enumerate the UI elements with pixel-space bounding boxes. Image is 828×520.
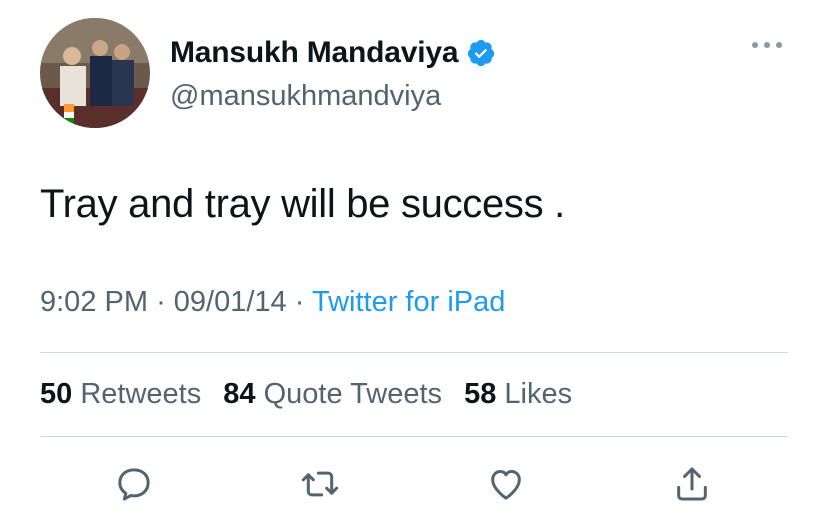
verified-badge-icon [468,39,495,67]
quotes-stat[interactable]: 84 Quote Tweets [223,378,442,410]
dot [764,42,770,48]
user-handle[interactable]: @mansukhmandviya [170,80,441,113]
divider [40,436,788,437]
tweet-text: Tray and tray will be success . [40,182,565,226]
quotes-count: 84 [223,378,256,410]
share-button[interactable] [670,462,714,506]
share-icon [677,467,707,501]
tweet-source-link[interactable]: Twitter for iPad [312,286,505,318]
retweet-icon [301,471,339,497]
user-name[interactable]: Mansukh Mandaviya [170,36,459,70]
retweets-stat[interactable]: 50 Retweets [40,378,201,410]
tweet-meta: 9:02 PM · 09/01/14 · Twitter for iPad [40,286,505,319]
likes-count: 58 [464,378,497,410]
meta-separator: · [156,286,166,318]
action-bar [0,462,828,506]
reply-button[interactable] [112,462,156,506]
meta-separator: · [294,286,305,318]
retweet-button[interactable] [298,462,342,506]
more-options-icon[interactable] [752,42,782,48]
quotes-label: Quote Tweets [263,378,443,410]
reply-icon [118,468,150,501]
tweet-date[interactable]: 09/01/14 [174,286,287,318]
avatar[interactable] [40,18,150,128]
like-button[interactable] [484,462,528,506]
likes-stat[interactable]: 58 Likes [464,378,572,410]
retweets-count: 50 [40,378,73,410]
user-name-row[interactable]: Mansukh Mandaviya [170,36,496,70]
retweets-label: Retweets [80,378,202,410]
divider [40,352,788,353]
dot [752,42,758,48]
dot [776,42,782,48]
tweet-time[interactable]: 9:02 PM [40,286,148,318]
tweet-stats: 50 Retweets 84 Quote Tweets 58 Likes [40,378,572,411]
likes-label: Likes [504,378,573,410]
like-icon [491,470,521,500]
